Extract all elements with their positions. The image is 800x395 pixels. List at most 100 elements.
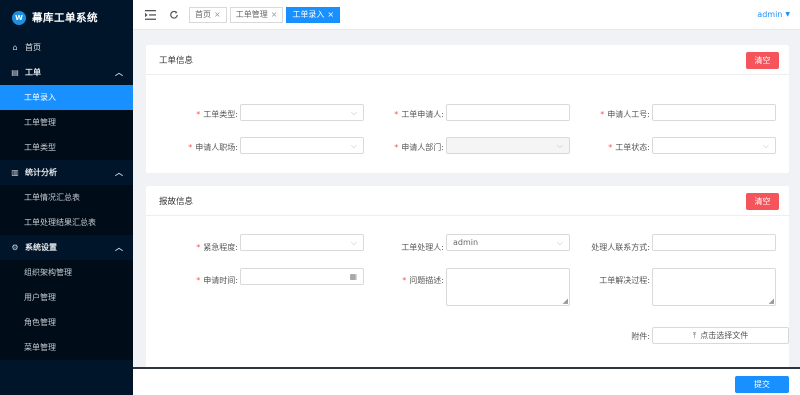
- upload-icon: ⤒: [692, 330, 697, 340]
- resize-handle-icon[interactable]: ◢: [563, 297, 568, 305]
- description-label: * 问题描述:: [402, 276, 444, 285]
- card-title: 工单信息: [159, 55, 194, 66]
- tab-label: 工单管理: [235, 10, 268, 19]
- handler-select[interactable]: admin ⌵: [446, 234, 570, 251]
- sidebar-item-label: 工单类型: [24, 143, 56, 152]
- sidebar-item-label: 工单处理结果汇总表: [24, 218, 96, 227]
- refresh-icon[interactable]: [167, 8, 181, 22]
- sidebar-item-label: 工单管理: [24, 118, 56, 127]
- handler-value: admin: [453, 238, 479, 247]
- submenu-ticket: 工单录入 工单管理 工单类型: [0, 85, 133, 160]
- department-select: ⌵: [446, 137, 570, 154]
- chevron-down-icon: ⌵: [556, 141, 563, 150]
- resize-handle-icon[interactable]: ◢: [769, 297, 774, 305]
- main-content: 工单信息 清空 * 工单类型: ⌵ * 工单申请人: * 申请人工号: * 申请人职场:…: [133, 34, 800, 367]
- card-header: 报故信息 清空: [146, 186, 789, 216]
- urgency-select[interactable]: ⌵: [240, 234, 364, 251]
- ticket-type-select[interactable]: ⌵: [240, 104, 364, 121]
- chevron-down-icon: ⌵: [350, 108, 357, 117]
- sidebar-group-ticket[interactable]: ▤ 工单 ︿: [0, 60, 133, 85]
- tab-ticket-entry[interactable]: 工单录入 ×: [286, 6, 341, 23]
- sidebar-item-ticket-manage[interactable]: 工单管理: [0, 110, 133, 135]
- close-icon[interactable]: ×: [327, 10, 334, 19]
- sidebar-item-result-summary[interactable]: 工单处理结果汇总表: [0, 210, 133, 235]
- sidebar-item-label: 工单录入: [24, 93, 56, 102]
- tab-home[interactable]: 首页 ×: [189, 6, 227, 23]
- sidebar-group-label: 工单: [25, 68, 41, 77]
- handler-contact-input[interactable]: [652, 234, 776, 251]
- tab-bar: 首页 × 工单管理 × 工单录入 ×: [189, 6, 343, 23]
- choose-file-button[interactable]: ⤒ 点击选择文件: [652, 327, 789, 344]
- tab-label: 工单录入: [292, 10, 325, 19]
- type-label: * 工单类型:: [196, 110, 238, 119]
- sidebar-group-settings[interactable]: ⚙ 系统设置 ︿: [0, 235, 133, 260]
- tab-ticket-manage[interactable]: 工单管理 ×: [229, 6, 284, 23]
- gear-icon: ⚙: [11, 243, 19, 252]
- status-select[interactable]: ⌵: [652, 137, 776, 154]
- logo-icon: W: [12, 10, 26, 25]
- calendar-icon: ▦: [349, 272, 357, 281]
- ticket-icon: ▤: [11, 68, 19, 77]
- department-label: * 申请人部门:: [394, 143, 444, 152]
- chart-icon: ▥: [11, 168, 19, 177]
- menu-fold-icon[interactable]: [143, 8, 157, 22]
- footer-bar: 提交: [133, 367, 800, 395]
- chevron-down-icon: ⌵: [762, 141, 769, 150]
- chevron-down-icon: ⌵: [350, 238, 357, 247]
- sidebar-item-label: 组织架构管理: [24, 268, 72, 277]
- sidebar-item-org[interactable]: 组织架构管理: [0, 260, 133, 285]
- user-menu[interactable]: admin ▼: [757, 10, 790, 19]
- resolution-label: 工单解决过程:: [599, 276, 650, 285]
- home-icon: ⌂: [12, 43, 18, 52]
- clear-button[interactable]: 清空: [746, 193, 779, 210]
- user-name: admin: [757, 10, 783, 19]
- attachment-label: 附件:: [631, 332, 650, 341]
- urgency-label: * 紧急程度:: [196, 243, 238, 252]
- sidebar-item-home[interactable]: ⌂ 首页: [0, 35, 133, 60]
- resolution-textarea[interactable]: ◢: [652, 268, 776, 306]
- status-label: * 工单状态:: [608, 143, 650, 152]
- sidebar-item-label: 工单情况汇总表: [24, 193, 80, 202]
- sidebar-item-label: 用户管理: [24, 293, 56, 302]
- employee-id-label: * 申请人工号:: [600, 110, 650, 119]
- sidebar-item-label: 角色管理: [24, 318, 56, 327]
- sidebar-item-ticket-type[interactable]: 工单类型: [0, 135, 133, 160]
- choose-file-label: 点击选择文件: [700, 331, 749, 340]
- submenu-settings: 组织架构管理 用户管理 角色管理 菜单管理: [0, 260, 133, 360]
- sidebar-group-label: 统计分析: [25, 168, 57, 177]
- submit-button[interactable]: 提交: [735, 376, 789, 393]
- tab-label: 首页: [195, 10, 211, 19]
- apply-time-picker[interactable]: ▦: [240, 268, 364, 285]
- sidebar: W 幕库工单系统 ⌂ 首页 ▤ 工单 ︿ 工单录入 工单管理 工单类型 ▥ 统计…: [0, 0, 133, 395]
- description-textarea[interactable]: ◢: [446, 268, 570, 306]
- position-select[interactable]: ⌵: [240, 137, 364, 154]
- submenu-stats: 工单情况汇总表 工单处理结果汇总表: [0, 185, 133, 235]
- sidebar-item-users[interactable]: 用户管理: [0, 285, 133, 310]
- brand: W 幕库工单系统: [0, 0, 133, 35]
- fault-info-card: 报故信息 清空 * 紧急程度: ⌵ 工单处理人: admin ⌵ 处理人联系方式: …: [146, 186, 789, 367]
- sidebar-item-roles[interactable]: 角色管理: [0, 310, 133, 335]
- applicant-label: * 工单申请人:: [394, 110, 444, 119]
- sidebar-item-menus[interactable]: 菜单管理: [0, 335, 133, 360]
- clear-button[interactable]: 清空: [746, 52, 779, 69]
- applicant-input[interactable]: [446, 104, 570, 121]
- sidebar-item-label: 菜单管理: [24, 343, 56, 352]
- card-header: 工单信息 清空: [146, 45, 789, 75]
- sidebar-item-ticket-summary[interactable]: 工单情况汇总表: [0, 185, 133, 210]
- top-header: 首页 × 工单管理 × 工单录入 × admin ▼: [133, 0, 800, 30]
- apply-time-label: * 申请时间:: [196, 276, 238, 285]
- handler-contact-label: 处理人联系方式:: [591, 243, 650, 252]
- sidebar-group-label: 系统设置: [25, 243, 57, 252]
- close-icon[interactable]: ×: [271, 10, 278, 19]
- ticket-info-card: 工单信息 清空 * 工单类型: ⌵ * 工单申请人: * 申请人工号: * 申请人职场:…: [146, 45, 789, 173]
- close-icon[interactable]: ×: [214, 10, 221, 19]
- app-title: 幕库工单系统: [32, 12, 98, 24]
- caret-down-icon: ▼: [785, 11, 790, 18]
- handler-label: 工单处理人:: [401, 243, 444, 252]
- sidebar-item-ticket-entry[interactable]: 工单录入: [0, 85, 133, 110]
- sidebar-group-stats[interactable]: ▥ 统计分析 ︿: [0, 160, 133, 185]
- chevron-up-icon: ︿: [115, 68, 123, 77]
- chevron-up-icon: ︿: [115, 168, 123, 177]
- employee-id-input[interactable]: [652, 104, 776, 121]
- chevron-up-icon: ︿: [115, 243, 123, 252]
